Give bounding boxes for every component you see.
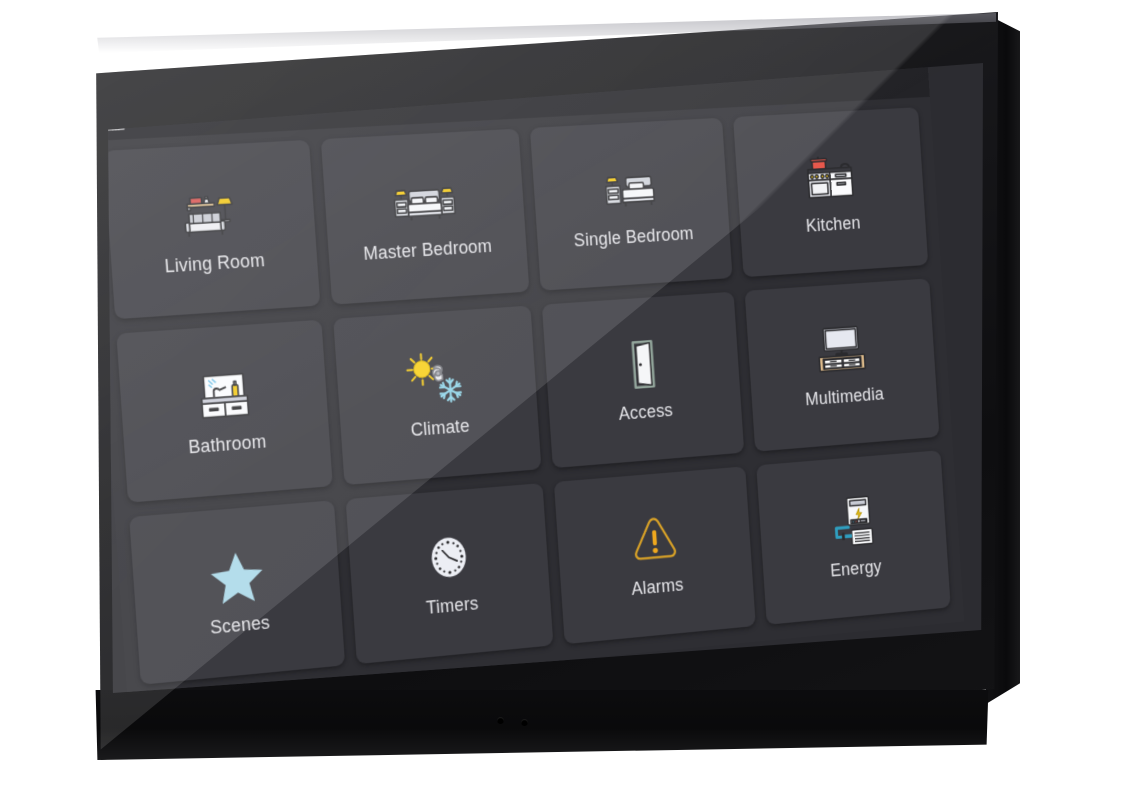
- tile-label: Single Bedroom: [573, 222, 695, 251]
- tile-energy[interactable]: Energy: [755, 449, 951, 625]
- tile-label: Climate: [409, 415, 471, 441]
- tile-label: Multimedia: [804, 383, 885, 410]
- tile-alarms[interactable]: Alarms: [553, 465, 756, 645]
- open-door-icon: [610, 334, 676, 396]
- device-bottom-bezel: [95, 690, 989, 760]
- screen-content: 25.0 °C | 11:19: [108, 63, 965, 693]
- tile-label: Living Room: [163, 249, 266, 277]
- tile-single-bedroom[interactable]: Single Bedroom: [529, 117, 733, 292]
- tv-sideboard-icon: [810, 319, 874, 380]
- tile-label: Master Bedroom: [362, 235, 493, 264]
- double-bed-icon: [391, 170, 459, 232]
- energy-meter-icon: [821, 491, 885, 553]
- sensor-dot-right: [521, 719, 528, 726]
- star-icon: [202, 544, 272, 609]
- single-bed-icon: [598, 158, 664, 219]
- sofa-icon: [176, 182, 247, 245]
- tile-label: Kitchen: [805, 212, 862, 236]
- tile-timers[interactable]: Timers: [345, 482, 554, 665]
- tile-master-bedroom[interactable]: Master Bedroom: [320, 128, 530, 306]
- panel-screen: 25.0 °C | 11:19: [108, 63, 983, 693]
- tile-scenes[interactable]: Scenes: [129, 499, 345, 685]
- tile-climate[interactable]: Climate: [332, 305, 542, 485]
- tile-label: Timers: [425, 593, 480, 619]
- touch-panel-device: 25.0 °C | 11:19: [0, 0, 1123, 794]
- tile-multimedia[interactable]: Multimedia: [744, 278, 940, 452]
- tile-living-room[interactable]: Living Room: [108, 139, 320, 320]
- kitchen-stove-icon: [798, 147, 862, 207]
- tile-label: Bathroom: [187, 431, 268, 458]
- tile-access[interactable]: Access: [541, 292, 744, 468]
- tile-bathroom[interactable]: Bathroom: [116, 320, 333, 503]
- tile-kitchen[interactable]: Kitchen: [732, 107, 929, 278]
- bathroom-vanity-icon: [189, 363, 259, 427]
- tile-label: Alarms: [630, 574, 685, 600]
- tile-grid: Living Room Master Bedroom Single Bedroo…: [108, 97, 964, 693]
- climate-sun-fan-snowflake-icon: [403, 348, 471, 411]
- tile-label: Scenes: [209, 612, 271, 639]
- clock-icon: [415, 526, 483, 590]
- tile-label: Energy: [829, 556, 883, 581]
- warning-triangle-icon: [621, 508, 687, 571]
- sensor-dot-left: [497, 717, 504, 724]
- tile-label: Access: [618, 399, 674, 424]
- screenshot-stage: 25.0 °C | 11:19: [0, 0, 1123, 794]
